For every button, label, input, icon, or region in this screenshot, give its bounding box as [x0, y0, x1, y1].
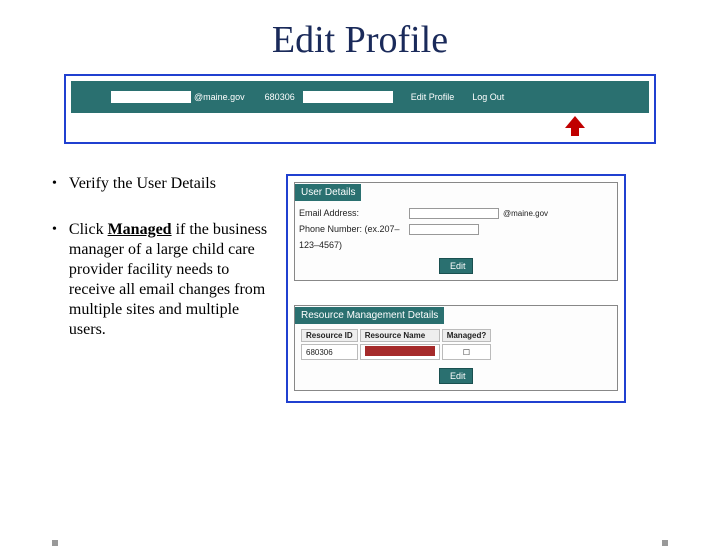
email-suffix: @maine.gov [503, 209, 548, 218]
page-title: Edit Profile [0, 18, 720, 62]
col-resource-id: Resource ID [301, 329, 358, 342]
redacted-resource-name [303, 91, 393, 103]
decorative-dot-icon [662, 540, 668, 546]
bullet-2-post: if the business manager of a large child… [69, 221, 267, 338]
resource-table: Resource ID Resource Name Managed? 68030… [299, 327, 493, 362]
resource-management-panel: Resource Management Details Resource ID … [294, 305, 618, 391]
header-resource-id: 680306 [265, 92, 295, 102]
user-details-edit-button[interactable]: Edit [439, 258, 473, 274]
logout-link[interactable]: Log Out [472, 92, 504, 102]
cell-resource-name-redacted [360, 344, 440, 360]
phone-hint: 123–4567) [299, 240, 409, 250]
resource-panel-title: Resource Management Details [295, 307, 444, 324]
bullet-dot: • [52, 174, 57, 194]
phone-field[interactable] [409, 224, 479, 235]
redacted-username [111, 91, 191, 103]
phone-label: Phone Number: (ex.207– [299, 224, 409, 234]
cell-managed-checkbox[interactable]: ☐ [442, 344, 492, 360]
bullet-dot: • [52, 220, 57, 340]
decorative-dot-icon [52, 540, 58, 546]
email-field-redacted [409, 208, 499, 219]
bullet-2-pre: Click [69, 221, 108, 238]
header-screenshot-frame: @maine.gov 680306 Edit Profile Log Out [64, 74, 656, 144]
edit-profile-link[interactable]: Edit Profile [411, 92, 455, 102]
table-row: 680306 ☐ [301, 344, 491, 360]
col-resource-name: Resource Name [360, 329, 440, 342]
bullet-1-text: Verify the User Details [69, 174, 216, 194]
cell-resource-id: 680306 [301, 344, 358, 360]
details-screenshot-frame: User Details Email Address: @maine.gov P… [286, 174, 626, 403]
bullet-2-bold: Managed [108, 221, 172, 238]
user-details-panel: User Details Email Address: @maine.gov P… [294, 182, 618, 281]
app-header-bar: @maine.gov 680306 Edit Profile Log Out [71, 81, 649, 113]
arrow-up-icon [496, 116, 654, 136]
bullet-2-text: Click Managed if the business manager of… [69, 220, 272, 340]
instruction-list: • Verify the User Details • Click Manage… [52, 174, 272, 366]
resource-edit-button[interactable]: Edit [439, 368, 473, 384]
email-label: Email Address: [299, 208, 409, 218]
header-email-suffix: @maine.gov [194, 92, 245, 102]
col-managed: Managed? [442, 329, 492, 342]
user-details-title: User Details [295, 184, 361, 201]
